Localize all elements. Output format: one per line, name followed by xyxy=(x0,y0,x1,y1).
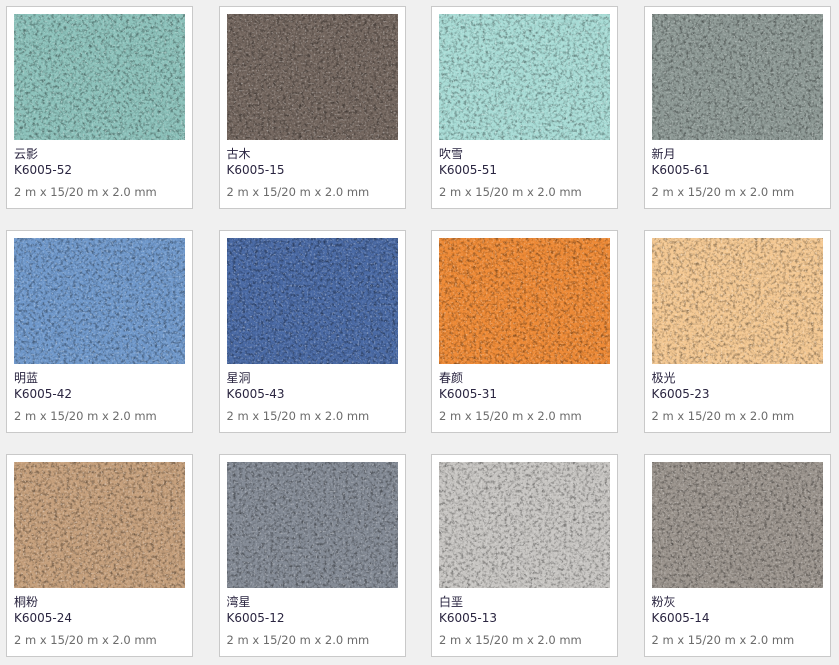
product-code: K6005-31 xyxy=(439,387,498,401)
color-swatch[interactable] xyxy=(439,238,610,364)
product-size: 2 m x 15/20 m x 2.0 mm xyxy=(14,409,157,423)
color-swatch[interactable] xyxy=(439,14,610,140)
product-card[interactable]: 古木 K6005-15 2 m x 15/20 m x 2.0 mm xyxy=(218,6,406,209)
product-code: K6005-15 xyxy=(226,163,285,177)
product-name: 春颜 xyxy=(439,371,464,385)
product-name: 星洞 xyxy=(226,371,251,385)
product-size: 2 m x 15/20 m x 2.0 mm xyxy=(651,185,795,199)
product-code: K6005-52 xyxy=(14,163,73,177)
product-code: K6005-61 xyxy=(651,163,710,177)
product-card[interactable]: 桐粉 K6005-24 2 m x 15/20 m x 2.0 mm xyxy=(6,454,193,657)
product-size: 2 m x 15/20 m x 2.0 mm xyxy=(226,185,370,199)
product-size: 2 m x 15/20 m x 2.0 mm xyxy=(439,185,582,199)
color-swatch[interactable] xyxy=(651,14,823,140)
product-name: 云影 xyxy=(14,147,39,161)
color-swatch[interactable] xyxy=(14,462,185,588)
color-swatch[interactable] xyxy=(226,14,398,140)
product-card[interactable]: 吹雪 K6005-51 2 m x 15/20 m x 2.0 mm xyxy=(431,6,618,209)
product-size: 2 m x 15/20 m x 2.0 mm xyxy=(226,409,370,423)
product-name: 古木 xyxy=(226,147,251,161)
product-size: 2 m x 15/20 m x 2.0 mm xyxy=(651,633,795,647)
product-name: 极光 xyxy=(651,371,676,385)
product-card[interactable]: 湾星 K6005-12 2 m x 15/20 m x 2.0 mm xyxy=(218,454,406,657)
product-size: 2 m x 15/20 m x 2.0 mm xyxy=(14,185,157,199)
product-name: 明蓝 xyxy=(14,371,39,385)
product-name: 吹雪 xyxy=(439,147,464,161)
product-code: K6005-12 xyxy=(226,611,285,625)
product-name: 湾星 xyxy=(226,595,251,609)
color-swatch[interactable] xyxy=(651,238,823,364)
product-code: K6005-23 xyxy=(651,387,710,401)
product-card[interactable]: 极光 K6005-23 2 m x 15/20 m x 2.0 mm xyxy=(643,230,831,433)
product-grid: 云影 K6005-52 2 m x 15/20 m x 2.0 mm 古木 K6… xyxy=(6,6,831,657)
product-size: 2 m x 15/20 m x 2.0 mm xyxy=(439,633,582,647)
product-size: 2 m x 15/20 m x 2.0 mm xyxy=(651,409,795,423)
product-name: 白垩 xyxy=(439,595,464,609)
product-card[interactable]: 星洞 K6005-43 2 m x 15/20 m x 2.0 mm xyxy=(218,230,406,433)
product-card[interactable]: 新月 K6005-61 2 m x 15/20 m x 2.0 mm xyxy=(643,6,831,209)
product-card[interactable]: 春颜 K6005-31 2 m x 15/20 m x 2.0 mm xyxy=(431,230,618,433)
product-code: K6005-24 xyxy=(14,611,73,625)
product-card[interactable]: 明蓝 K6005-42 2 m x 15/20 m x 2.0 mm xyxy=(6,230,193,433)
product-name: 新月 xyxy=(651,147,676,161)
product-code: K6005-14 xyxy=(651,611,710,625)
product-card[interactable]: 粉灰 K6005-14 2 m x 15/20 m x 2.0 mm xyxy=(643,454,831,657)
color-swatch[interactable] xyxy=(439,462,610,588)
product-size: 2 m x 15/20 m x 2.0 mm xyxy=(14,633,157,647)
product-name: 桐粉 xyxy=(14,595,39,609)
color-swatch[interactable] xyxy=(226,462,398,588)
product-code: K6005-13 xyxy=(439,611,498,625)
color-swatch[interactable] xyxy=(651,462,823,588)
product-name: 粉灰 xyxy=(651,595,676,609)
color-swatch[interactable] xyxy=(226,238,398,364)
product-code: K6005-42 xyxy=(14,387,73,401)
product-size: 2 m x 15/20 m x 2.0 mm xyxy=(226,633,370,647)
product-size: 2 m x 15/20 m x 2.0 mm xyxy=(439,409,582,423)
color-swatch[interactable] xyxy=(14,14,185,140)
product-card[interactable]: 云影 K6005-52 2 m x 15/20 m x 2.0 mm xyxy=(6,6,193,209)
color-swatch[interactable] xyxy=(14,238,185,364)
product-card[interactable]: 白垩 K6005-13 2 m x 15/20 m x 2.0 mm xyxy=(431,454,618,657)
product-code: K6005-51 xyxy=(439,163,498,177)
product-code: K6005-43 xyxy=(226,387,285,401)
